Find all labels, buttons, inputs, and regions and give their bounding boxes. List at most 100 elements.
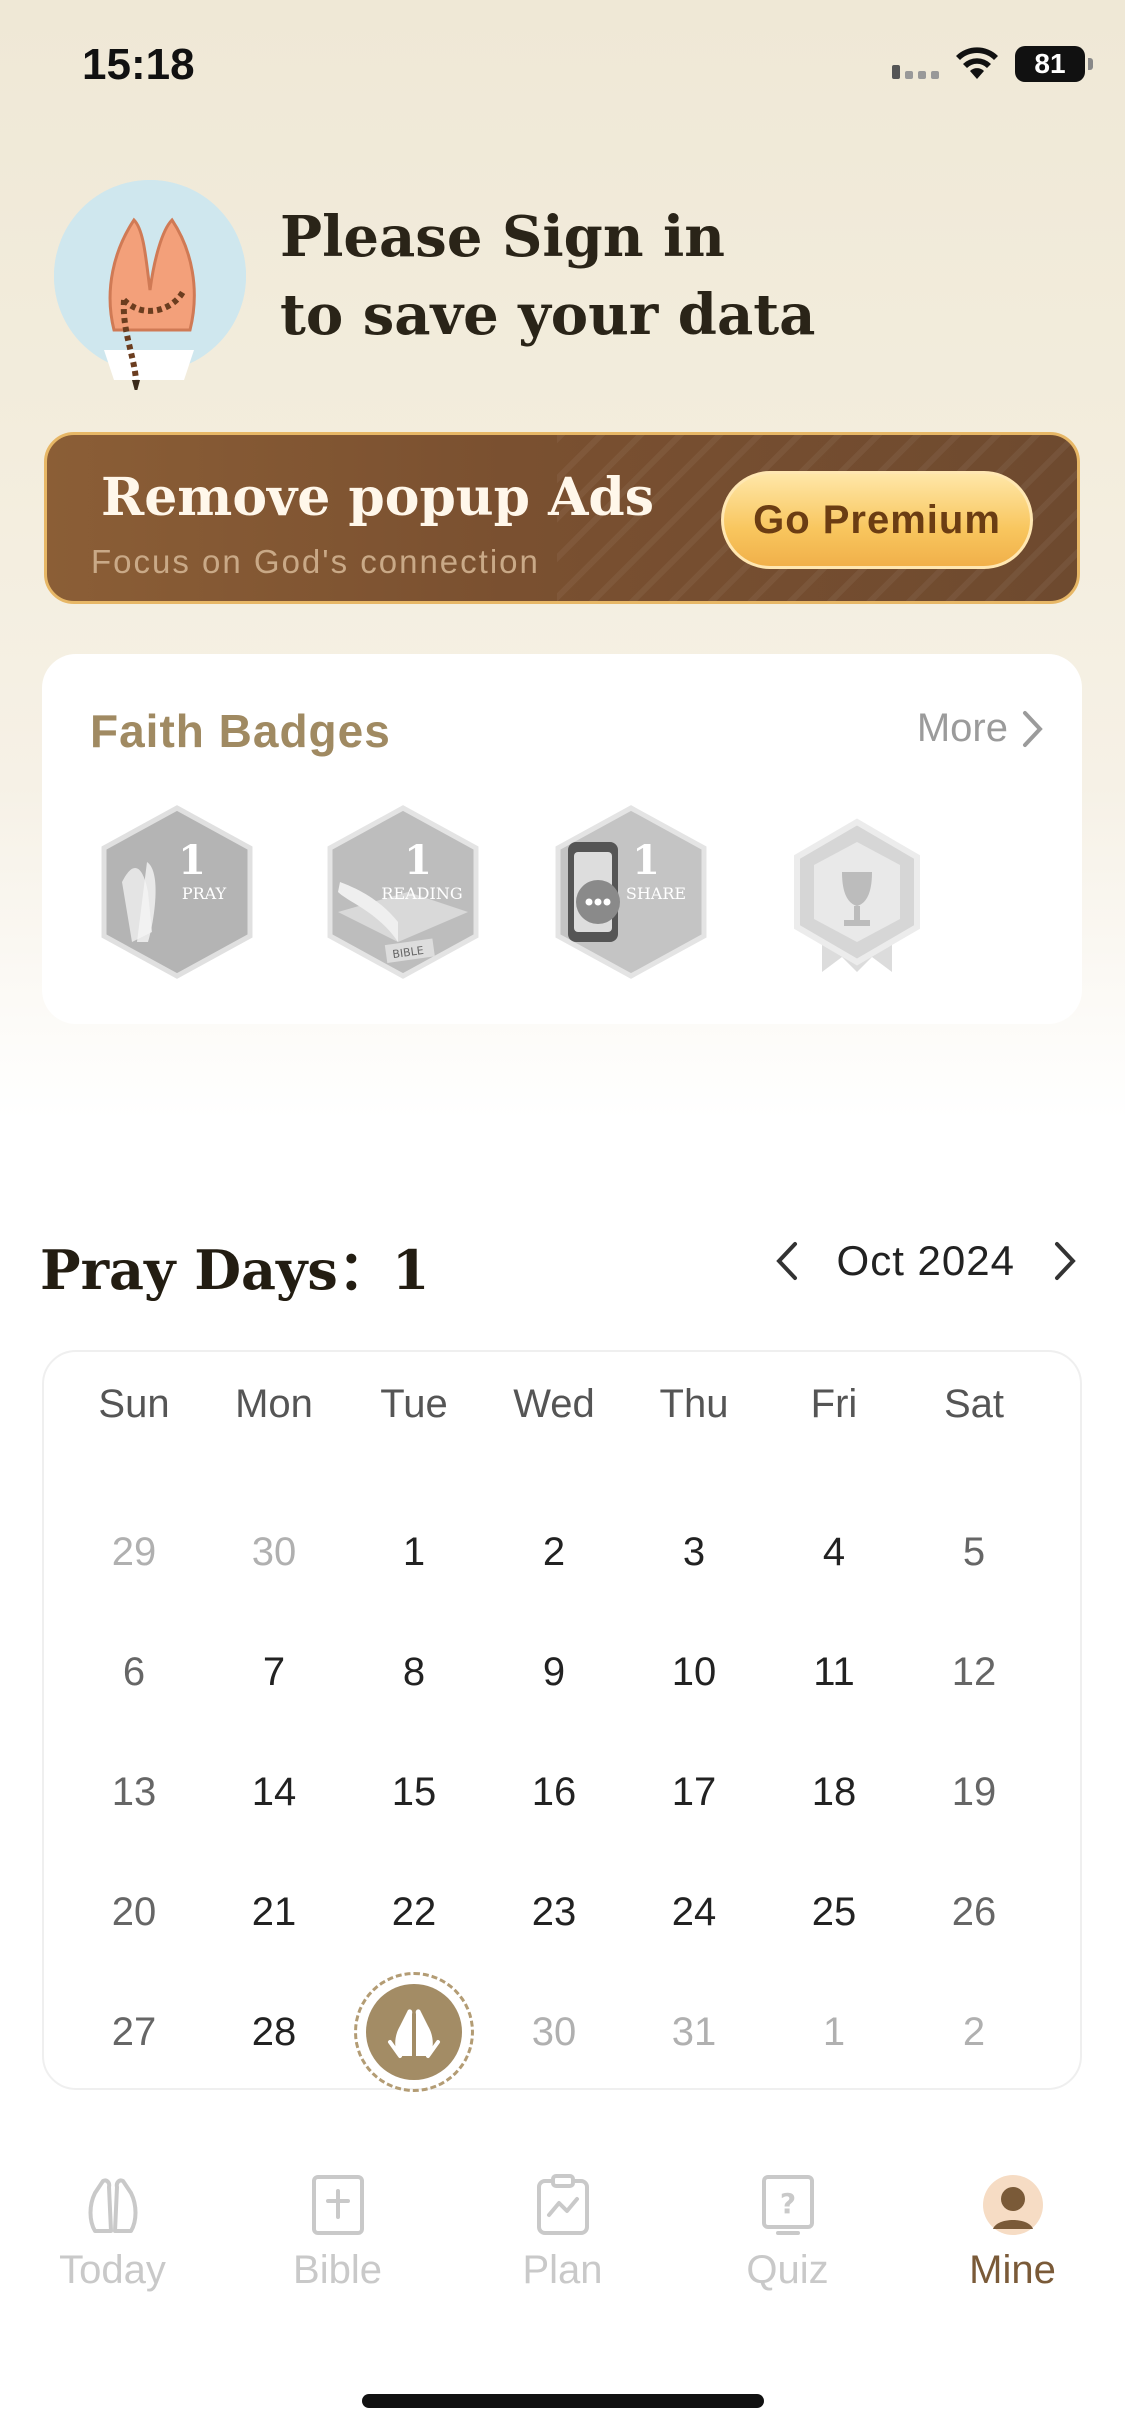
calendar-day[interactable]: 16 bbox=[484, 1732, 624, 1852]
status-time: 15:18 bbox=[82, 40, 195, 89]
wifi-icon bbox=[956, 47, 998, 79]
badge-pray-count: 1 bbox=[178, 837, 206, 884]
battery-icon: 81 bbox=[1015, 46, 1093, 82]
calendar: Sun Mon Tue Wed Thu Fri Sat 29 30 1 2 3 … bbox=[42, 1350, 1082, 2092]
badge-share-count: 1 bbox=[632, 837, 660, 884]
calendar-day[interactable]: 2 bbox=[904, 1972, 1044, 2092]
calendar-day[interactable]: 8 bbox=[344, 1612, 484, 1732]
calendar-day[interactable]: 14 bbox=[204, 1732, 344, 1852]
calendar-day[interactable]: 12 bbox=[904, 1612, 1044, 1732]
badges-more-link[interactable]: More bbox=[917, 706, 1044, 751]
month-navigator: Oct 2024 bbox=[767, 1236, 1085, 1286]
calendar-day[interactable]: 28 bbox=[204, 1972, 344, 2092]
tab-bible[interactable]: Bible bbox=[225, 2170, 450, 2320]
signal-icon bbox=[892, 49, 939, 79]
calendar-day[interactable]: 18 bbox=[764, 1732, 904, 1852]
tab-bar: Today Bible Plan ? Quiz Mine bbox=[0, 2170, 1125, 2320]
tab-mine-label: Mine bbox=[969, 2248, 1056, 2292]
calendar-day[interactable]: 11 bbox=[764, 1612, 904, 1732]
calendar-day[interactable]: 24 bbox=[624, 1852, 764, 1972]
calendar-day[interactable]: 10 bbox=[624, 1612, 764, 1732]
calendar-day[interactable]: 26 bbox=[904, 1852, 1044, 1972]
calendar-day[interactable]: 9 bbox=[484, 1612, 624, 1732]
profile-icon bbox=[978, 2170, 1048, 2240]
badges-title: Faith Badges bbox=[90, 705, 391, 757]
sign-in-line1: Please Sign in bbox=[280, 204, 726, 270]
more-label: More bbox=[916, 706, 1008, 750]
calendar-week: 20 21 22 23 24 25 26 bbox=[64, 1852, 1060, 1972]
tab-quiz[interactable]: ? Quiz bbox=[675, 2170, 900, 2320]
praying-hands-icon bbox=[388, 2009, 440, 2058]
today-marker bbox=[354, 1972, 474, 2092]
calendar-day[interactable]: 30 bbox=[484, 1972, 624, 2092]
premium-title: Remove popup Ads bbox=[101, 467, 655, 528]
avatar[interactable] bbox=[54, 180, 246, 395]
bible-icon bbox=[303, 2170, 373, 2240]
tab-mine[interactable]: Mine bbox=[900, 2170, 1125, 2320]
calendar-day[interactable]: 5 bbox=[904, 1492, 1044, 1612]
calendar-day[interactable]: 1 bbox=[764, 1972, 904, 2092]
praying-hands-icon bbox=[78, 2170, 148, 2240]
tab-today[interactable]: Today bbox=[0, 2170, 225, 2320]
next-month-button[interactable] bbox=[1045, 1236, 1085, 1286]
calendar-day[interactable]: 13 bbox=[64, 1732, 204, 1852]
badge-share[interactable]: 1 SHARE bbox=[546, 802, 716, 982]
calendar-day[interactable]: 3 bbox=[624, 1492, 764, 1612]
calendar-day[interactable]: 23 bbox=[484, 1852, 624, 1972]
pray-days-title: Pray Days：1 bbox=[40, 1238, 430, 1302]
svg-text:?: ? bbox=[779, 2187, 795, 2220]
tab-today-label: Today bbox=[59, 2248, 166, 2292]
weekday-label: Tue bbox=[380, 1382, 448, 1426]
calendar-day[interactable]: 25 bbox=[764, 1852, 904, 1972]
calendar-day[interactable]: 30 bbox=[204, 1492, 344, 1612]
today-fill bbox=[366, 1984, 462, 2080]
calendar-day[interactable]: 4 bbox=[764, 1492, 904, 1612]
prev-month-button[interactable] bbox=[767, 1236, 807, 1286]
calendar-day[interactable]: 15 bbox=[344, 1732, 484, 1852]
tab-plan-label: Plan bbox=[522, 2248, 603, 2292]
calendar-weekday-header: Sun Mon Tue Wed Thu Fri Sat bbox=[44, 1382, 1080, 1427]
calendar-day[interactable]: 19 bbox=[904, 1732, 1044, 1852]
status-icons: 81 bbox=[892, 46, 1093, 82]
calendar-day[interactable]: 31 bbox=[624, 1972, 764, 2092]
calendar-day[interactable]: 6 bbox=[64, 1612, 204, 1732]
calendar-week: 13 14 15 16 17 18 19 bbox=[64, 1732, 1060, 1852]
calendar-day[interactable]: 29 bbox=[64, 1492, 204, 1612]
calendar-day[interactable]: 2 bbox=[484, 1492, 624, 1612]
chevron-right-icon bbox=[1023, 710, 1043, 747]
chevron-left-icon bbox=[775, 1242, 797, 1280]
badge-share-label: SHARE bbox=[626, 884, 686, 903]
badge-trophy-locked[interactable] bbox=[772, 802, 942, 982]
badge-pray[interactable]: 1 PRAY bbox=[92, 802, 262, 982]
calendar-day[interactable]: 17 bbox=[624, 1732, 764, 1852]
sign-in-line2: to save your data bbox=[280, 282, 816, 348]
calendar-day[interactable]: 1 bbox=[344, 1492, 484, 1612]
weekday-label: Sat bbox=[943, 1382, 1005, 1426]
go-premium-button[interactable]: Go Premium bbox=[721, 471, 1033, 569]
tab-bible-label: Bible bbox=[293, 2248, 382, 2292]
chevron-right-icon bbox=[1055, 1242, 1076, 1280]
premium-banner[interactable]: Remove popup Ads Focus on God's connecti… bbox=[44, 432, 1080, 604]
sign-in-prompt[interactable]: Please Sign in to save your data bbox=[280, 198, 815, 354]
calendar-day[interactable]: 20 bbox=[64, 1852, 204, 1972]
home-indicator bbox=[362, 2394, 764, 2408]
weekday-label: Mon bbox=[235, 1382, 313, 1426]
calendar-day[interactable]: 7 bbox=[204, 1612, 344, 1732]
badge-reading[interactable]: BIBLE 1 READING bbox=[318, 802, 488, 982]
faith-badges-card: Faith Badges More 1 PRAY BIBLE 1 READING bbox=[42, 654, 1082, 1024]
calendar-day[interactable]: 27 bbox=[64, 1972, 204, 2092]
weekday-label: Fri bbox=[810, 1382, 858, 1426]
calendar-day[interactable]: 22 bbox=[344, 1852, 484, 1972]
badge-reading-label: READING bbox=[381, 884, 462, 903]
weekday-label: Wed bbox=[513, 1382, 595, 1426]
tab-plan[interactable]: Plan bbox=[450, 2170, 675, 2320]
calendar-week: 29 30 1 2 3 4 5 bbox=[64, 1492, 1060, 1612]
month-label: Oct 2024 bbox=[836, 1237, 1015, 1284]
status-bar: 15:18 81 bbox=[0, 0, 1125, 140]
plan-icon bbox=[528, 2170, 598, 2240]
premium-subtitle: Focus on God's connection bbox=[91, 543, 540, 580]
calendar-day-today[interactable] bbox=[344, 1972, 484, 2092]
calendar-day[interactable]: 21 bbox=[204, 1852, 344, 1972]
badge-pray-label: PRAY bbox=[182, 884, 227, 903]
calendar-grid: 29 30 1 2 3 4 5 6 7 8 9 10 11 12 13 14 1… bbox=[44, 1492, 1080, 2092]
